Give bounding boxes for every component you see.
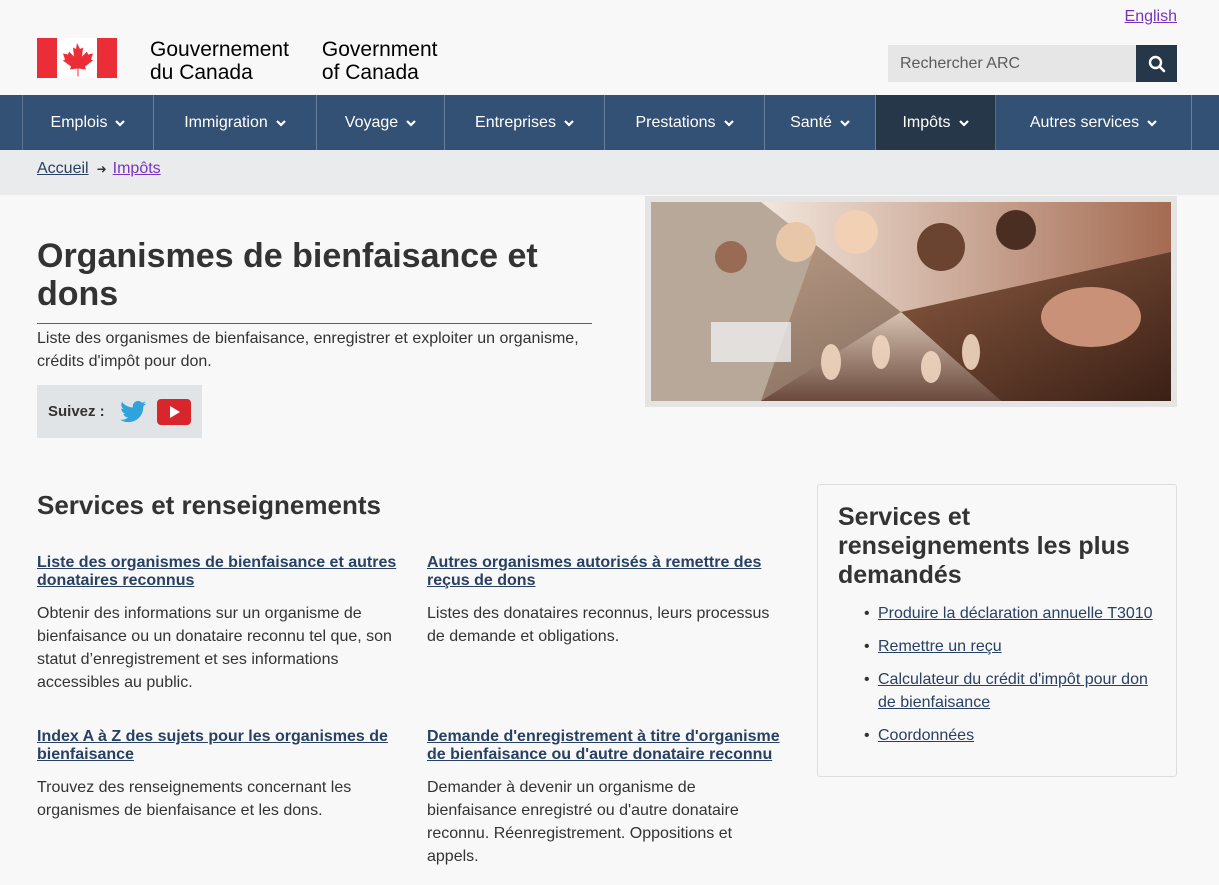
menu-item-immigration[interactable]: Immigration: [154, 95, 317, 150]
search-input[interactable]: [888, 45, 1136, 82]
main-menu: Emplois Immigration Voyage Entreprises Prest…: [0, 95, 1219, 150]
breadcrumb: Accueil ➜ Impôts: [37, 160, 161, 178]
list-item: Coordonnées: [838, 724, 1156, 747]
service-card: Autres organismes autorisés à remettre d…: [427, 554, 787, 648]
menu-item-label: Santé: [790, 113, 832, 131]
service-card-desc: Demander à devenir un organisme de bienf…: [427, 779, 739, 865]
menu-item-label: Immigration: [184, 113, 268, 131]
service-card-link[interactable]: Index A à Z des sujets pour les organism…: [37, 728, 397, 764]
chevron-down-icon: [723, 119, 734, 127]
most-requested-link[interactable]: Remettre un reçu: [878, 638, 1002, 655]
search-icon: [1148, 55, 1165, 72]
services-heading: Services et renseignements: [37, 490, 381, 520]
service-card-link[interactable]: Liste des organismes de bienfaisance et …: [37, 554, 397, 590]
most-requested-link[interactable]: Coordonnées: [878, 727, 974, 744]
menu-item-prestations[interactable]: Prestations: [605, 95, 765, 150]
service-card-link[interactable]: Demande d'enregistrement à titre d'organ…: [427, 728, 787, 764]
breadcrumb-bar: [0, 150, 1219, 195]
charity-collage-image: [651, 202, 1171, 401]
list-item: Calculateur du crédit d'impôt pour don d…: [838, 668, 1156, 714]
menu-item-sant[interactable]: Santé: [765, 95, 876, 150]
menu-item-label: Impôts: [902, 113, 951, 131]
chevron-down-icon: [406, 119, 416, 127]
menu-item-voyage[interactable]: Voyage: [317, 95, 445, 150]
service-card-desc: Listes des donataires reconnus, leurs pr…: [427, 605, 770, 645]
service-card: Index A à Z des sujets pour les organism…: [37, 728, 397, 822]
menu-item-label: Prestations: [635, 113, 716, 131]
breadcrumb-current-link[interactable]: Impôts: [113, 160, 161, 178]
goc-signature[interactable]: Gouvernement du Canada Government of Can…: [37, 38, 437, 84]
chevron-down-icon: [564, 119, 574, 127]
page-title: Organismes de bienfaisance et dons: [37, 237, 592, 324]
follow-label: Suivez :: [48, 403, 105, 420]
menu-item-emplois[interactable]: Emplois: [23, 95, 154, 150]
youtube-icon[interactable]: [156, 398, 191, 425]
service-card-desc: Trouvez des renseignements concernant le…: [37, 779, 352, 819]
breadcrumb-home-link[interactable]: Accueil: [37, 160, 89, 178]
service-card-link[interactable]: Autres organismes autorisés à remettre d…: [427, 554, 787, 590]
search-form: [888, 45, 1177, 82]
twitter-icon[interactable]: [119, 400, 147, 424]
chevron-down-icon: [276, 119, 286, 127]
chevron-down-icon: [958, 119, 969, 127]
most-requested-heading: Services et renseignements les plus dema…: [838, 503, 1130, 589]
menu-item-label: Autres services: [1029, 113, 1140, 131]
menu-item-label: Entreprises: [475, 113, 556, 131]
follow-box: Suivez :: [37, 385, 202, 438]
chevron-down-icon: [115, 119, 126, 127]
service-card-desc: Obtenir des informations sur un organism…: [37, 605, 392, 691]
canada-flag-icon: [37, 38, 117, 78]
most-requested-link[interactable]: Calculateur du crédit d'impôt pour don d…: [878, 671, 1148, 711]
wordmark-english: Government of Canada: [321, 38, 438, 84]
service-card: Liste des organismes de bienfaisance et …: [37, 554, 397, 694]
hero-image-frame: [645, 196, 1177, 407]
list-item: Produire la déclaration annuelle T3010: [838, 602, 1156, 625]
menu-item-label: Voyage: [344, 113, 399, 131]
arrow-right-icon: ➜: [96, 162, 107, 176]
language-toggle-link[interactable]: English: [1125, 8, 1177, 26]
menu-item-autres-services[interactable]: Autres services: [996, 95, 1192, 150]
menu-item-imp-ts[interactable]: Impôts: [876, 95, 996, 150]
service-card: Demande d'enregistrement à titre d'organ…: [427, 728, 787, 868]
chevron-down-icon: [1147, 119, 1157, 127]
wordmark-french: Gouvernement du Canada: [150, 38, 289, 84]
most-requested-link[interactable]: Produire la déclaration annuelle T3010: [878, 605, 1153, 622]
list-item: Remettre un reçu: [838, 635, 1156, 658]
chevron-down-icon: [840, 119, 850, 127]
search-button[interactable]: [1136, 45, 1177, 82]
most-requested-list: Produire la déclaration annuelle T3010 R…: [838, 602, 1156, 747]
most-requested-panel: Services et renseignements les plus dema…: [817, 484, 1177, 777]
menu-item-entreprises[interactable]: Entreprises: [445, 95, 605, 150]
page-intro: Liste des organismes de bienfaisance, en…: [37, 330, 579, 370]
menu-item-label: Emplois: [50, 113, 108, 131]
